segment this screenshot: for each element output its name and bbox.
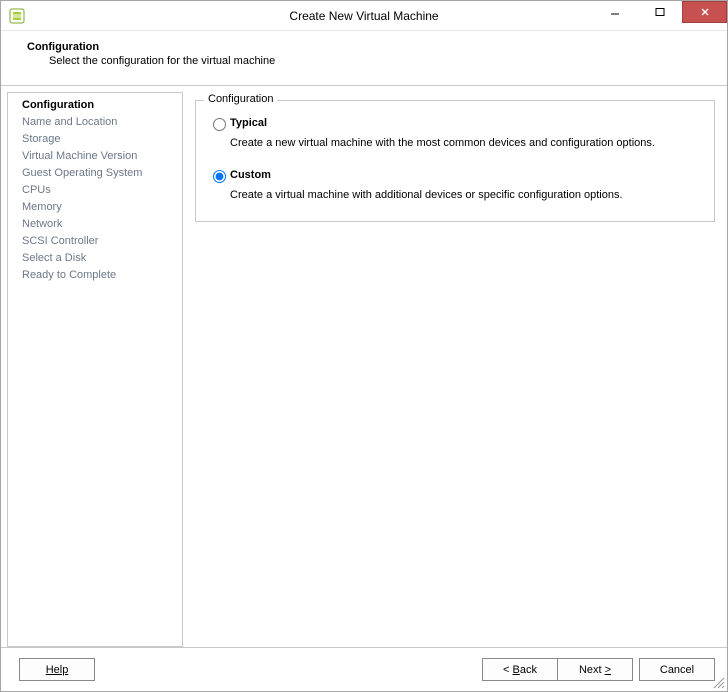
wizard-main: Configuration Typical Create a new virtu…	[183, 92, 721, 647]
wizard-header: Configuration Select the configuration f…	[1, 31, 727, 86]
wizard-footer: Help < Back Next > Cancel	[1, 647, 727, 691]
back-button[interactable]: < Back	[482, 658, 558, 681]
wizard-window: Create New Virtual Machine Configuration…	[0, 0, 728, 692]
titlebar: Create New Virtual Machine	[1, 1, 727, 31]
option-custom-row: Custom	[208, 169, 702, 183]
app-icon	[9, 8, 25, 24]
minimize-button[interactable]	[592, 1, 637, 23]
sidebar-item-storage[interactable]: Storage	[8, 131, 182, 148]
sidebar-item-network[interactable]: Network	[8, 216, 182, 233]
sidebar-item-cpus[interactable]: CPUs	[8, 182, 182, 199]
back-caret: <	[503, 664, 509, 676]
window-title: Create New Virtual Machine	[289, 9, 438, 23]
sidebar-item-select-disk[interactable]: Select a Disk	[8, 250, 182, 267]
groupbox-title: Configuration	[204, 93, 277, 105]
radio-custom[interactable]	[213, 170, 226, 183]
back-suffix: ack	[520, 664, 537, 676]
sidebar-item-vm-version[interactable]: Virtual Machine Version	[8, 148, 182, 165]
sidebar-item-scsi-controller[interactable]: SCSI Controller	[8, 233, 182, 250]
sidebar-item-configuration[interactable]: Configuration	[8, 97, 182, 114]
header-subtitle: Select the configuration for the virtual…	[49, 55, 713, 67]
next-button[interactable]: Next >	[557, 658, 633, 681]
maximize-button[interactable]	[637, 1, 682, 23]
back-next-pair: < Back Next >	[482, 658, 633, 681]
resize-grip-icon[interactable]	[711, 675, 725, 689]
wizard-body: Configuration Name and Location Storage …	[1, 86, 727, 647]
next-underline: >	[605, 664, 611, 676]
header-title: Configuration	[27, 41, 713, 53]
help-button[interactable]: Help	[19, 658, 95, 681]
option-custom-label[interactable]: Custom	[230, 169, 271, 181]
option-custom-desc: Create a virtual machine with additional…	[230, 189, 702, 201]
window-controls	[592, 1, 727, 23]
configuration-groupbox: Configuration Typical Create a new virtu…	[195, 100, 715, 222]
wizard-steps-sidebar: Configuration Name and Location Storage …	[7, 92, 183, 647]
option-typical-label[interactable]: Typical	[230, 117, 267, 129]
close-button[interactable]	[682, 1, 727, 23]
sidebar-item-name-location[interactable]: Name and Location	[8, 114, 182, 131]
sidebar-item-ready-complete[interactable]: Ready to Complete	[8, 267, 182, 284]
option-typical-row: Typical	[208, 117, 702, 131]
radio-col	[208, 169, 230, 183]
sidebar-item-memory[interactable]: Memory	[8, 199, 182, 216]
radio-col	[208, 117, 230, 131]
back-underline: B	[513, 664, 520, 676]
option-typical-desc: Create a new virtual machine with the mo…	[230, 137, 702, 149]
radio-typical[interactable]	[213, 118, 226, 131]
footer-right: < Back Next > Cancel	[482, 658, 715, 681]
cancel-button[interactable]: Cancel	[639, 658, 715, 681]
next-prefix: Next	[579, 664, 602, 676]
sidebar-item-guest-os[interactable]: Guest Operating System	[8, 165, 182, 182]
